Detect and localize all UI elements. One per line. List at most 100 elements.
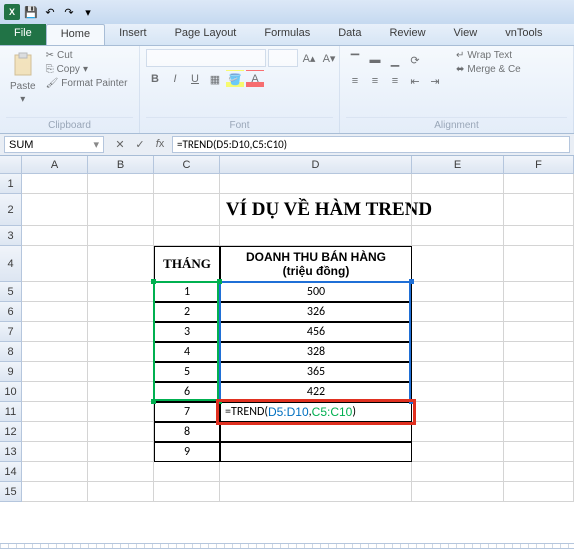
- column-header[interactable]: E: [412, 156, 504, 174]
- column-header[interactable]: B: [88, 156, 154, 174]
- format-painter-button[interactable]: 🖌Format Painter: [44, 77, 130, 90]
- align-center-icon[interactable]: ≡: [366, 72, 384, 90]
- cell-B1[interactable]: [88, 174, 154, 194]
- cancel-formula-icon[interactable]: ✕: [112, 138, 128, 151]
- row-header[interactable]: 1: [0, 174, 22, 194]
- cell-E11[interactable]: [412, 402, 504, 422]
- cell-C12[interactable]: 8: [154, 422, 220, 442]
- cell-B9[interactable]: [88, 362, 154, 382]
- cell-B3[interactable]: [88, 226, 154, 246]
- tab-insert[interactable]: Insert: [105, 24, 161, 45]
- cell-B5[interactable]: [88, 282, 154, 302]
- font-size-select[interactable]: [268, 49, 298, 67]
- file-tab[interactable]: File: [0, 24, 46, 45]
- cell-E1[interactable]: [412, 174, 504, 194]
- tab-vntools[interactable]: vnTools: [491, 24, 556, 45]
- font-family-select[interactable]: [146, 49, 266, 67]
- cell-C1[interactable]: [154, 174, 220, 194]
- cell-C6[interactable]: 2: [154, 302, 220, 322]
- cell-B2[interactable]: [88, 194, 154, 226]
- row-header[interactable]: 10: [0, 382, 22, 402]
- align-bottom-icon[interactable]: ▁: [386, 51, 404, 69]
- cell-B14[interactable]: [88, 462, 154, 482]
- row-header[interactable]: 15: [0, 482, 22, 502]
- align-top-icon[interactable]: ▔: [346, 51, 364, 69]
- cell-C7[interactable]: 3: [154, 322, 220, 342]
- row-header[interactable]: 5: [0, 282, 22, 302]
- cell-F4[interactable]: [504, 246, 574, 282]
- tab-view[interactable]: View: [440, 24, 492, 45]
- row-header[interactable]: 13: [0, 442, 22, 462]
- shrink-font-icon[interactable]: A▾: [320, 49, 338, 67]
- cell-A7[interactable]: [22, 322, 88, 342]
- cell-A5[interactable]: [22, 282, 88, 302]
- decrease-indent-icon[interactable]: ⇤: [406, 72, 424, 90]
- row-header[interactable]: 7: [0, 322, 22, 342]
- cell-D1[interactable]: [220, 174, 412, 194]
- tab-home[interactable]: Home: [46, 24, 105, 45]
- cell-B6[interactable]: [88, 302, 154, 322]
- cell-A1[interactable]: [22, 174, 88, 194]
- increase-indent-icon[interactable]: ⇥: [426, 72, 444, 90]
- undo-icon[interactable]: ↶: [42, 4, 58, 20]
- row-header[interactable]: 9: [0, 362, 22, 382]
- cell-D6[interactable]: 326: [220, 302, 412, 322]
- cell-E6[interactable]: [412, 302, 504, 322]
- cell-D9[interactable]: 365: [220, 362, 412, 382]
- cell-D14[interactable]: [220, 462, 412, 482]
- cell-D8[interactable]: 328: [220, 342, 412, 362]
- cell-C14[interactable]: [154, 462, 220, 482]
- cell-C5[interactable]: 1: [154, 282, 220, 302]
- cell-D7[interactable]: 456: [220, 322, 412, 342]
- tab-data[interactable]: Data: [324, 24, 375, 45]
- cell-D15[interactable]: [220, 482, 412, 502]
- select-all-corner[interactable]: [0, 156, 22, 174]
- cell-A3[interactable]: [22, 226, 88, 246]
- column-header[interactable]: F: [504, 156, 574, 174]
- cell-E3[interactable]: [412, 226, 504, 246]
- cell-A11[interactable]: [22, 402, 88, 422]
- accept-formula-icon[interactable]: ✓: [132, 138, 148, 151]
- cell-D11[interactable]: =TREND(D5:D10,C5:C10): [220, 402, 412, 422]
- column-header[interactable]: C: [154, 156, 220, 174]
- tab-page-layout[interactable]: Page Layout: [161, 24, 251, 45]
- fx-icon[interactable]: fx: [152, 138, 168, 151]
- redo-icon[interactable]: ↷: [61, 4, 77, 20]
- cell-E2[interactable]: [412, 194, 504, 226]
- tab-review[interactable]: Review: [375, 24, 439, 45]
- cell-E15[interactable]: [412, 482, 504, 502]
- cell-A12[interactable]: [22, 422, 88, 442]
- tab-formulas[interactable]: Formulas: [250, 24, 324, 45]
- cell-A4[interactable]: [22, 246, 88, 282]
- align-right-icon[interactable]: ≡: [386, 72, 404, 90]
- cell-D3[interactable]: [220, 226, 412, 246]
- align-left-icon[interactable]: ≡: [346, 72, 364, 90]
- bold-button[interactable]: B: [146, 70, 164, 88]
- orientation-icon[interactable]: ⟳: [406, 51, 424, 69]
- row-header[interactable]: 14: [0, 462, 22, 482]
- column-header[interactable]: A: [22, 156, 88, 174]
- cell-C4[interactable]: THÁNG: [154, 246, 220, 282]
- cell-E5[interactable]: [412, 282, 504, 302]
- cell-A13[interactable]: [22, 442, 88, 462]
- row-header[interactable]: 3: [0, 226, 22, 246]
- font-color-button[interactable]: A: [246, 70, 264, 88]
- cell-B10[interactable]: [88, 382, 154, 402]
- cell-C10[interactable]: 6: [154, 382, 220, 402]
- cell-D10[interactable]: 422: [220, 382, 412, 402]
- cell-A8[interactable]: [22, 342, 88, 362]
- underline-button[interactable]: U: [186, 70, 204, 88]
- cell-E4[interactable]: [412, 246, 504, 282]
- row-header[interactable]: 6: [0, 302, 22, 322]
- cell-F2[interactable]: [504, 194, 574, 226]
- column-header[interactable]: D: [220, 156, 412, 174]
- cell-E9[interactable]: [412, 362, 504, 382]
- cell-F5[interactable]: [504, 282, 574, 302]
- cell-E7[interactable]: [412, 322, 504, 342]
- cell-F8[interactable]: [504, 342, 574, 362]
- cell-D5[interactable]: 500: [220, 282, 412, 302]
- row-header[interactable]: 12: [0, 422, 22, 442]
- cell-A10[interactable]: [22, 382, 88, 402]
- copy-button[interactable]: ⎘Copy▾: [44, 63, 130, 76]
- row-header[interactable]: 2: [0, 194, 22, 226]
